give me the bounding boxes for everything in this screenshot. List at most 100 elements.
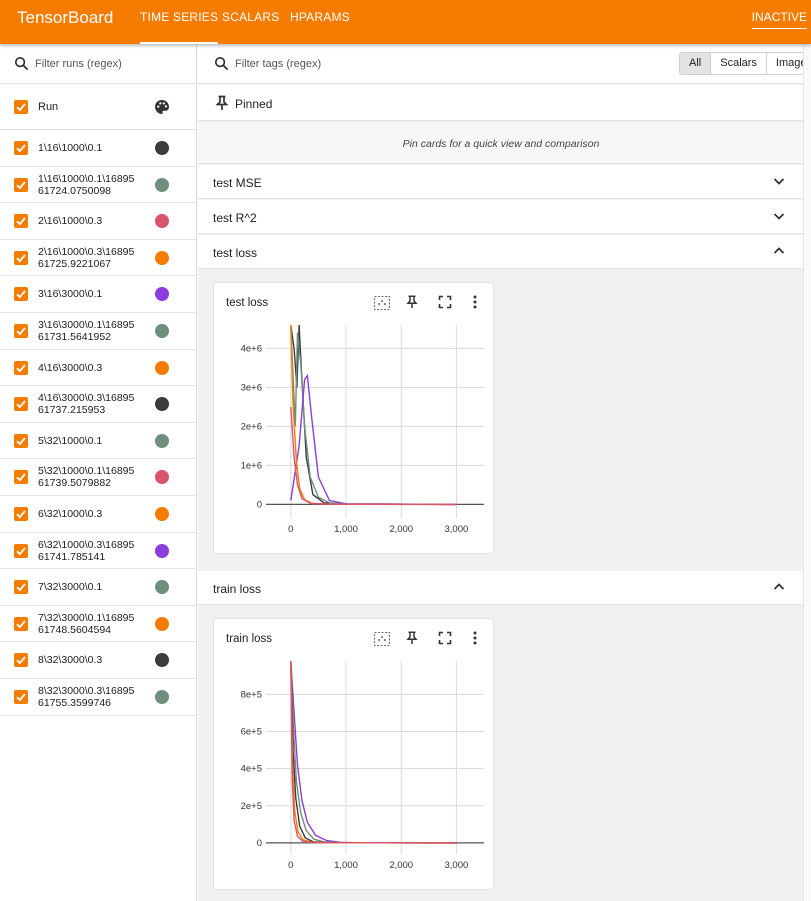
fullscreen-icon[interactable]	[438, 631, 452, 648]
run-row[interactable]: 8\32\3000\0.3	[0, 642, 196, 679]
run-checkbox[interactable]	[14, 177, 28, 192]
run-color-swatch[interactable]	[155, 433, 169, 448]
run-color-swatch[interactable]	[155, 141, 169, 155]
run-checkbox[interactable]	[14, 690, 28, 704]
run-row[interactable]: 2\16\1000\0.3\16895 61725.9221067	[0, 240, 196, 277]
chevron-down-icon[interactable]	[772, 209, 786, 226]
data-selection-icon[interactable]	[373, 631, 391, 650]
pin-icon[interactable]	[406, 631, 418, 648]
run-color-swatch[interactable]	[155, 543, 169, 558]
pinned-section: Pinned	[198, 85, 804, 121]
run-checkbox[interactable]	[14, 433, 28, 448]
x-tick-label: 1,000	[334, 860, 358, 871]
tab-time-series[interactable]: TIME SERIES	[140, 10, 219, 44]
run-row[interactable]: 3\16\3000\0.1\16895 61731.5641952	[0, 313, 196, 350]
series-line	[290, 325, 457, 506]
run-checkbox[interactable]	[14, 616, 28, 631]
chevron-up-icon[interactable]	[772, 244, 786, 261]
run-row[interactable]: 6\32\1000\0.3	[0, 496, 196, 533]
x-tick-label: 1,000	[334, 524, 358, 535]
run-color-swatch[interactable]	[155, 287, 169, 302]
y-tick-label: 1e+6	[241, 460, 262, 471]
run-color-swatch[interactable]	[155, 397, 169, 412]
fullscreen-icon[interactable]	[438, 295, 452, 312]
run-checkbox[interactable]	[14, 470, 28, 485]
test-loss-chart[interactable]: 0 1,000 2,000 3,000 0 1e+6 2e+6 3e+6 4e+6	[214, 313, 495, 553]
search-icon	[14, 56, 29, 74]
tab-hparams[interactable]: HPARAMS	[290, 10, 350, 24]
run-checkbox[interactable]	[14, 324, 28, 338]
group-test-loss[interactable]: test loss	[198, 235, 804, 269]
x-tick-label: 3,000	[445, 524, 469, 535]
run-checkbox[interactable]	[14, 397, 28, 412]
run-row[interactable]: 3\16\3000\0.1	[0, 276, 196, 313]
chevron-down-icon[interactable]	[772, 174, 786, 191]
run-row[interactable]: 7\32\3000\0.1	[0, 569, 196, 606]
run-checkbox[interactable]	[14, 250, 28, 265]
group-label: train loss	[213, 582, 262, 596]
run-checkbox[interactable]	[14, 507, 28, 521]
run-checkbox[interactable]	[14, 543, 28, 558]
select-all-checkbox[interactable]	[14, 100, 28, 114]
series-line	[290, 661, 457, 844]
y-tick-label: 2e+6	[241, 421, 262, 432]
tags-filter-input[interactable]: Filter tags (regex)	[235, 58, 321, 70]
run-color-swatch[interactable]	[155, 653, 169, 668]
train-loss-chart[interactable]: 0 1,000 2,000 3,000 0 2e+5 4e+5 6e+5 8e+5	[214, 649, 495, 889]
toggle-scalars[interactable]: Scalars	[711, 53, 767, 74]
run-row[interactable]: 2\16\1000\0.3	[0, 203, 196, 240]
run-color-swatch[interactable]	[155, 690, 169, 704]
main-scrollbar[interactable]	[803, 44, 811, 901]
run-checkbox[interactable]	[14, 580, 28, 595]
run-color-swatch[interactable]	[155, 470, 169, 485]
pin-icon[interactable]	[406, 295, 418, 312]
card-title: test loss	[226, 297, 269, 309]
group-train-loss[interactable]: train loss	[198, 571, 804, 605]
data-selection-icon[interactable]	[373, 295, 391, 314]
run-name: 7\32\3000\0.1	[38, 581, 103, 594]
x-tick-label: 3,000	[445, 860, 469, 871]
run-row[interactable]: 6\32\1000\0.3\16895 61741.785141	[0, 533, 196, 570]
run-checkbox[interactable]	[14, 141, 28, 155]
runs-filter-input[interactable]: Filter runs (regex)	[35, 58, 122, 70]
run-color-swatch[interactable]	[155, 177, 169, 192]
run-color-swatch[interactable]	[155, 616, 169, 631]
run-row[interactable]: 8\32\3000\0.3\16895 61755.3599746	[0, 679, 196, 716]
run-checkbox[interactable]	[14, 653, 28, 668]
run-checkbox[interactable]	[14, 360, 28, 375]
group-test-mse[interactable]: test MSE	[198, 165, 804, 199]
run-color-swatch[interactable]	[155, 507, 169, 521]
scalar-card-test-loss: test loss 0 1,000 2,000 3,000 0 1e+6 2e+6 3e+6 4…	[213, 282, 494, 554]
run-name: 1\16\1000\0.1	[38, 142, 103, 154]
run-row[interactable]: 4\16\3000\0.3	[0, 350, 196, 387]
run-color-swatch[interactable]	[155, 214, 169, 229]
runs-sidebar: Filter runs (regex) Run 1\16\1000\0.1 1\1…	[0, 44, 197, 901]
run-row[interactable]: 4\16\3000\0.3\16895 61737.215953	[0, 386, 196, 423]
plugin-dropdown[interactable]: INACTIVE	[751, 10, 807, 29]
card-title: train loss	[226, 633, 273, 645]
run-name: 8\32\3000\0.3\16895 61755.3599746	[38, 685, 135, 709]
run-color-swatch[interactable]	[155, 360, 169, 375]
run-color-swatch[interactable]	[155, 580, 169, 595]
run-row[interactable]: 1\16\1000\0.1\16895 61724.0750098	[0, 167, 196, 204]
group-test-r2[interactable]: test R^2	[198, 200, 804, 234]
y-tick-label: 3e+6	[241, 382, 262, 393]
more-vert-icon[interactable]	[473, 631, 477, 648]
tab-scalars[interactable]: SCALARS	[222, 10, 279, 24]
run-checkbox[interactable]	[14, 287, 28, 302]
toggle-all[interactable]: All	[680, 53, 712, 74]
run-row[interactable]: 5\32\1000\0.1\16895 61739.5079882	[0, 459, 196, 496]
run-row[interactable]: 5\32\1000\0.1	[0, 423, 196, 460]
runs-filter[interactable]: Filter runs (regex)	[0, 44, 196, 84]
palette-icon[interactable]	[154, 99, 170, 118]
top-bar: TensorBoard TIME SERIES SCALARS HPARAMS …	[0, 0, 811, 44]
run-color-swatch[interactable]	[155, 324, 169, 338]
chevron-up-icon[interactable]	[772, 580, 786, 597]
more-vert-icon[interactable]	[473, 295, 477, 312]
run-color-swatch[interactable]	[155, 250, 169, 265]
runs-table-header: Run	[0, 84, 196, 130]
run-row[interactable]: 7\32\3000\0.1\16895 61748.5604594	[0, 606, 196, 643]
run-checkbox[interactable]	[14, 214, 28, 229]
run-row[interactable]: 1\16\1000\0.1	[0, 130, 196, 167]
group-label: test R^2	[213, 211, 257, 225]
